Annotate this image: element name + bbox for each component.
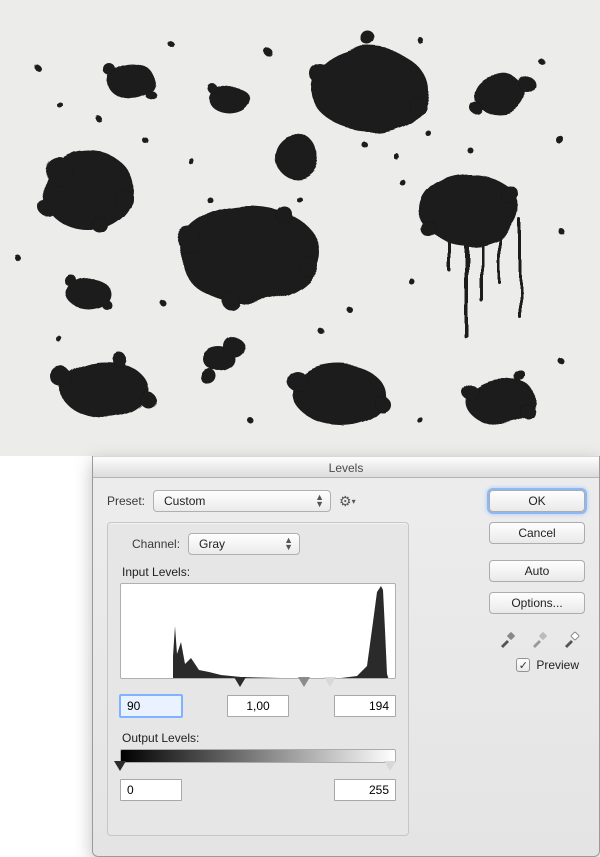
black-point-handle[interactable] — [234, 677, 246, 687]
output-slider[interactable] — [120, 763, 396, 773]
preset-label: Preset: — [107, 494, 145, 508]
output-black-field[interactable] — [120, 779, 182, 801]
input-slider[interactable] — [120, 679, 396, 689]
input-levels-label: Input Levels: — [122, 565, 396, 579]
eyedropper-black-icon[interactable] — [499, 630, 517, 648]
input-white-field[interactable] — [334, 695, 396, 717]
canvas-image — [0, 0, 600, 456]
dialog-title: Levels — [93, 456, 599, 478]
eyedropper-gray-icon[interactable] — [531, 630, 549, 648]
auto-button[interactable]: Auto — [489, 560, 585, 582]
output-black-handle[interactable] — [114, 761, 126, 771]
chevron-updown-icon: ▲▼ — [315, 494, 324, 508]
input-black-field[interactable] — [120, 695, 182, 717]
preset-value: Custom — [164, 494, 205, 508]
white-point-handle[interactable] — [324, 677, 336, 687]
channel-select[interactable]: Gray ▲▼ — [188, 533, 300, 555]
output-white-field[interactable] — [334, 779, 396, 801]
eyedropper-white-icon[interactable] — [563, 630, 581, 648]
output-white-handle[interactable] — [384, 761, 396, 771]
midtone-handle[interactable] — [298, 677, 310, 687]
preset-select[interactable]: Custom ▲▼ — [153, 490, 331, 512]
options-button[interactable]: Options... — [489, 592, 585, 614]
input-gamma-field[interactable] — [227, 695, 289, 717]
gear-icon[interactable]: ⚙︎▾ — [339, 493, 356, 510]
ok-button[interactable]: OK — [489, 490, 585, 512]
output-gradient — [120, 749, 396, 763]
levels-panel: Channel: Gray ▲▼ Input Levels: — [107, 522, 409, 836]
cancel-button[interactable]: Cancel — [489, 522, 585, 544]
channel-value: Gray — [199, 537, 225, 551]
preview-checkbox[interactable]: ✓ — [516, 658, 530, 672]
channel-label: Channel: — [132, 537, 180, 551]
levels-dialog: Levels Preset: Custom ▲▼ ⚙︎▾ Channel: Gr… — [92, 456, 600, 857]
output-levels-label: Output Levels: — [122, 731, 396, 745]
histogram — [120, 583, 396, 679]
chevron-updown-icon: ▲▼ — [284, 537, 293, 551]
preview-label: Preview — [536, 658, 579, 672]
